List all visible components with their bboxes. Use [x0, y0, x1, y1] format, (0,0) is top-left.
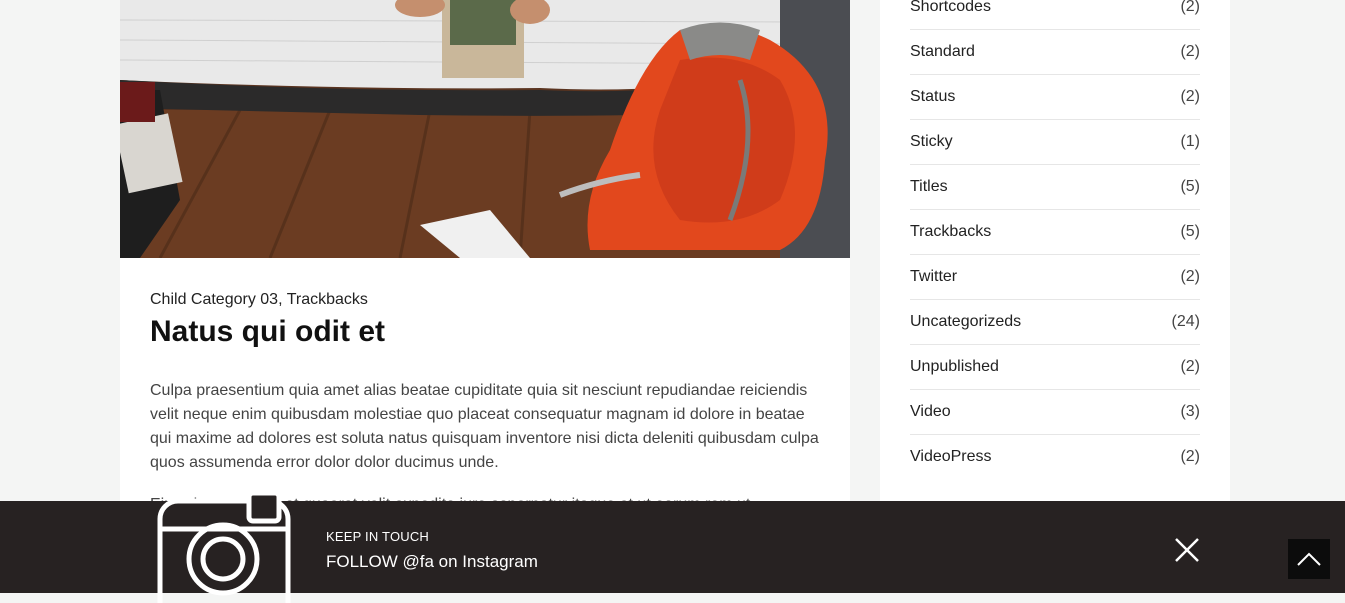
- category-name[interactable]: VideoPress: [910, 448, 992, 466]
- post-excerpt: Culpa praesentium quia amet alias beatae…: [150, 382, 819, 471]
- back-to-top-button[interactable]: [1288, 539, 1330, 579]
- featured-photo-illustration: [120, 0, 850, 258]
- category-name[interactable]: Unpublished: [910, 358, 999, 376]
- category-count: (2): [1180, 88, 1200, 105]
- chevron-up-icon: [1297, 552, 1321, 566]
- category-count: (2): [1180, 0, 1200, 15]
- post-featured-image[interactable]: [120, 0, 850, 258]
- category-item[interactable]: Standard (2): [910, 30, 1200, 75]
- category-item[interactable]: Video (3): [910, 390, 1200, 435]
- category-count: (5): [1180, 223, 1200, 240]
- post-body: Child Category 03, Trackbacks Natus qui …: [150, 289, 820, 517]
- category-count: (2): [1180, 448, 1200, 465]
- category-name[interactable]: Uncategorizeds: [910, 313, 1021, 331]
- category-name[interactable]: Shortcodes: [910, 0, 991, 16]
- category-item[interactable]: VideoPress (2): [910, 435, 1200, 479]
- category-link[interactable]: Child Category 03: [150, 291, 278, 308]
- category-item[interactable]: Titles (5): [910, 165, 1200, 210]
- instagram-follow-bar: KEEP IN TOUCH FOLLOW @fa on Instagram: [0, 493, 1345, 603]
- category-count: (2): [1180, 43, 1200, 60]
- category-count: (5): [1180, 178, 1200, 195]
- keep-in-touch-label: KEEP IN TOUCH: [326, 529, 430, 544]
- category-name[interactable]: Titles: [910, 178, 948, 196]
- category-item[interactable]: Status (2): [910, 75, 1200, 120]
- category-name[interactable]: Twitter: [910, 268, 957, 286]
- category-separator: ,: [278, 291, 287, 308]
- category-item[interactable]: Shortcodes (2): [910, 0, 1200, 30]
- category-count: (2): [1180, 358, 1200, 375]
- category-item[interactable]: Uncategorizeds (24): [910, 300, 1200, 345]
- category-name[interactable]: Standard: [910, 43, 975, 61]
- category-list: Shortcodes (2) Standard (2) Status (2) Stic…: [910, 0, 1200, 479]
- category-name[interactable]: Trackbacks: [910, 223, 991, 241]
- category-name[interactable]: Sticky: [910, 133, 953, 151]
- category-link[interactable]: Trackbacks: [287, 291, 368, 308]
- category-item[interactable]: Unpublished (2): [910, 345, 1200, 390]
- category-count: (24): [1171, 313, 1200, 330]
- close-icon[interactable]: [1173, 536, 1201, 564]
- category-item[interactable]: Sticky (1): [910, 120, 1200, 165]
- post-categories: Child Category 03, Trackbacks: [150, 289, 820, 311]
- category-count: (1): [1180, 133, 1200, 150]
- post-title[interactable]: Natus qui odit et: [150, 313, 820, 351]
- category-name[interactable]: Status: [910, 88, 955, 106]
- follow-instagram-link[interactable]: FOLLOW @fa on Instagram: [326, 552, 538, 572]
- category-item[interactable]: Twitter (2): [910, 255, 1200, 300]
- category-count: (3): [1180, 403, 1200, 420]
- category-name[interactable]: Video: [910, 403, 951, 421]
- category-item[interactable]: Trackbacks (5): [910, 210, 1200, 255]
- instagram-camera-icon[interactable]: [157, 493, 291, 603]
- category-count: (2): [1180, 268, 1200, 285]
